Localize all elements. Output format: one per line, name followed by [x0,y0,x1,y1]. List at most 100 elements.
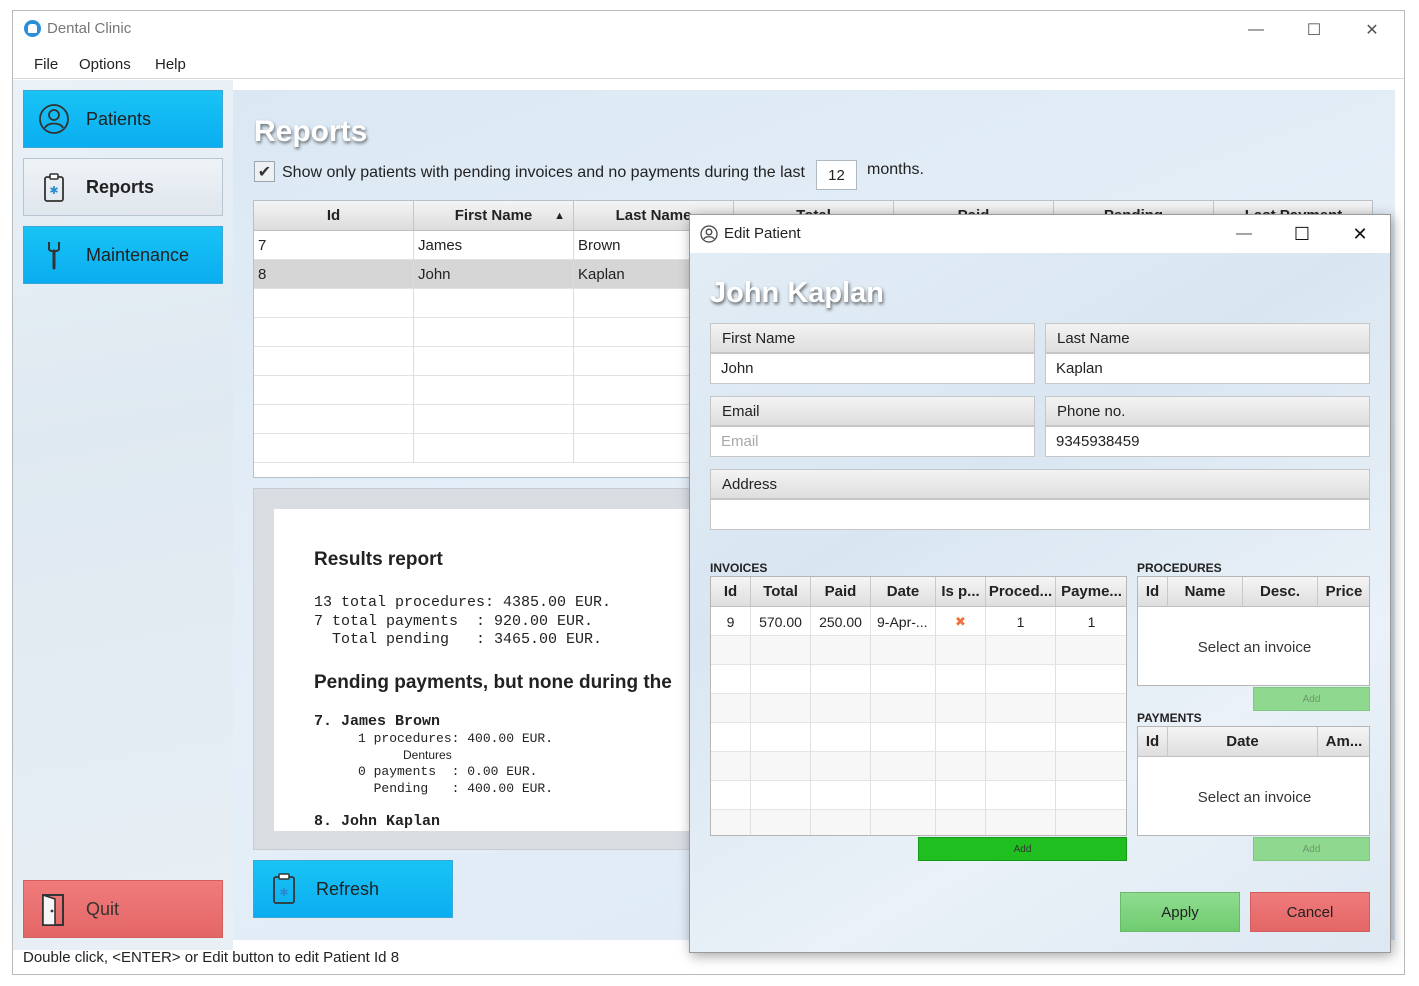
sort-ascending-icon: ▲ [554,209,565,222]
unpaid-x-icon: ✖ [936,607,986,636]
quit-button[interactable]: Quit [23,880,223,938]
sidebar-item-label: Reports [86,176,155,197]
minimize-button[interactable]: — [1227,11,1285,48]
menu-help[interactable]: Help [155,56,186,73]
pending-filter-checkbox[interactable]: ✔ [254,161,275,182]
dialog-body: John Kaplan First Name John Last Name Ka… [690,253,1390,952]
svg-text:✱: ✱ [49,184,58,197]
add-invoice-button[interactable]: Add [918,837,1127,861]
empty-row [711,723,1126,752]
cell-total: 570.00 [751,607,811,636]
cell-first-name: James [414,231,574,260]
add-procedure-button[interactable]: Add [1253,687,1370,711]
clipboard-icon: ✱ [44,173,64,202]
refresh-label: Refresh [316,878,380,899]
column-header-payments[interactable]: Payme... [1056,577,1126,607]
empty-row [711,810,1126,835]
dialog-title-bar: Edit Patient — ☐ ✕ [690,215,1390,253]
quit-label: Quit [86,898,120,919]
report-heading: Results report [314,549,443,570]
wrench-icon [48,242,60,270]
table-row[interactable]: 9 570.00 250.00 9-Apr-... ✖ 1 1 [711,607,1126,636]
cell-first-name: John [414,260,574,289]
user-icon [39,104,69,134]
column-header-date[interactable]: Date [871,577,936,607]
empty-row [711,752,1126,781]
first-name-label: First Name [710,323,1035,353]
dialog-minimize-button[interactable]: — [1216,215,1272,253]
menu-file[interactable]: File [34,56,58,73]
email-label: Email [710,396,1035,426]
user-icon [700,225,718,243]
title-bar: Dental Clinic — ☐ ✕ [13,11,1404,48]
column-header-procedures[interactable]: Proced... [986,577,1056,607]
column-header-desc[interactable]: Desc. [1243,577,1318,607]
cell-procedures: 1 [986,607,1056,636]
tooth-logo-icon [24,20,41,37]
report-container: Results report 13 total procedures: 4385… [253,488,704,850]
window-title: Dental Clinic [47,20,132,37]
add-payment-button[interactable]: Add [1253,837,1370,861]
first-name-field[interactable]: John [710,353,1035,384]
column-header-label: First Name [454,207,533,224]
refresh-button[interactable]: ✱ Refresh [253,860,453,918]
empty-row [711,781,1126,810]
column-header-is-paid[interactable]: Is p... [936,577,986,607]
empty-row [711,636,1126,665]
dialog-maximize-button[interactable]: ☐ [1274,215,1330,253]
dialog-title: Edit Patient [724,225,801,242]
cell-id: 8 [254,260,414,289]
months-input[interactable]: 12 [816,160,857,190]
status-bar: Double click, <ENTER> or Edit button to … [23,949,400,966]
email-field[interactable]: Email [710,426,1035,457]
column-header-amount[interactable]: Am... [1318,727,1369,757]
column-header-id[interactable]: Id [711,577,751,607]
sidebar-item-maintenance[interactable]: Maintenance [23,226,223,284]
phone-field[interactable]: 9345938459 [1045,426,1370,457]
empty-placeholder: Select an invoice [1197,639,1312,656]
column-header-price[interactable]: Price [1318,577,1369,607]
address-field[interactable] [710,499,1370,530]
close-button[interactable]: ✕ [1343,11,1401,48]
menu-bar: File Options Help [13,49,1404,79]
column-header-date[interactable]: Date [1168,727,1318,757]
report-patient-name: 7. James Brown [314,713,441,730]
last-name-label: Last Name [1045,323,1370,353]
payments-table[interactable]: Id Date Am... Select an invoice [1137,726,1370,836]
report-payments-line: 0 payments : 0.00 EUR. Pending : 400.00 … [358,764,554,796]
column-header-id[interactable]: Id [254,201,414,231]
cell-paid: 250.00 [811,607,871,636]
cancel-button[interactable]: Cancel [1250,892,1370,932]
procedures-table[interactable]: Id Name Desc. Price Select an invoice [1137,576,1370,686]
last-name-field[interactable]: Kaplan [1045,353,1370,384]
column-header-first-name[interactable]: First Name ▲ [414,201,574,231]
dialog-close-button[interactable]: ✕ [1332,215,1388,253]
pending-filter-label: Show only patients with pending invoices… [282,164,805,181]
page-title: Reports [254,115,368,148]
invoices-table[interactable]: Id Total Paid Date Is p... Proced... Pay… [710,576,1127,836]
report-patient-name: 8. John Kaplan [314,813,441,830]
column-header-name[interactable]: Name [1168,577,1243,607]
empty-row [711,694,1126,723]
sidebar-item-reports[interactable]: ✱ Reports [23,158,223,216]
sidebar: Patients ✱ Reports Maintenance Quit [13,80,233,950]
menu-options[interactable]: Options [79,56,131,73]
cell-id: 7 [254,231,414,260]
column-header-id[interactable]: Id [1138,727,1168,757]
svg-text:✱: ✱ [279,886,288,899]
report-summary: 13 total procedures: 4385.00 EUR. 7 tota… [314,594,612,648]
maximize-button[interactable]: ☐ [1285,11,1343,48]
column-header-total[interactable]: Total [751,577,811,607]
sidebar-item-label: Maintenance [86,244,190,265]
column-header-id[interactable]: Id [1138,577,1168,607]
column-header-paid[interactable]: Paid [811,577,871,607]
apply-button[interactable]: Apply [1120,892,1240,932]
report-document[interactable]: Results report 13 total procedures: 4385… [274,509,704,831]
months-label: months. [867,161,924,178]
cell-date: 9-Apr-... [871,607,936,636]
sidebar-item-patients[interactable]: Patients [23,90,223,148]
payments-section-label: PAYMENTS [1137,711,1202,725]
empty-placeholder: Select an invoice [1197,789,1312,806]
procedures-section-label: PROCEDURES [1137,561,1222,575]
address-label: Address [710,469,1370,499]
